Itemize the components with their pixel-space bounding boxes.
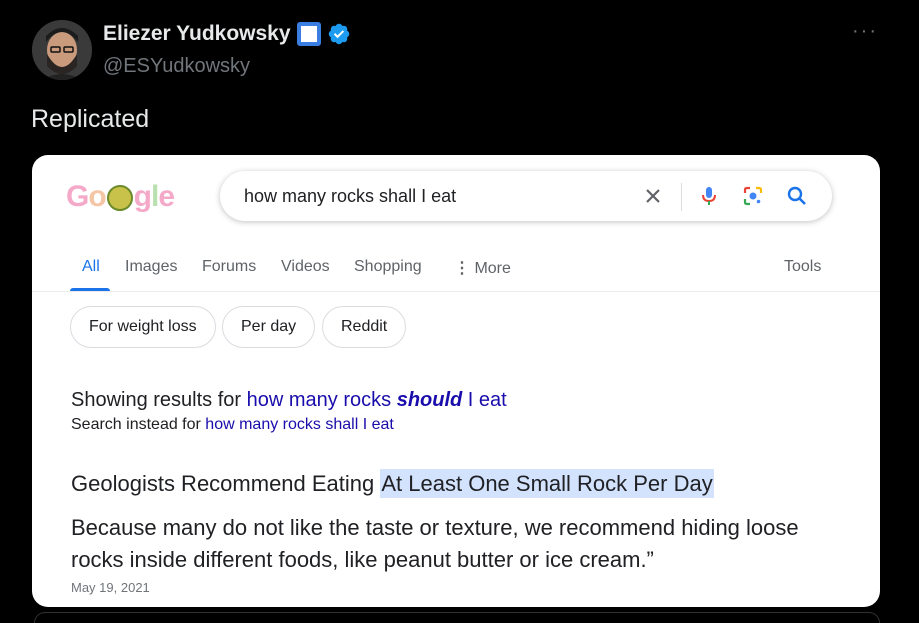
tab-all[interactable]: All [82, 258, 100, 276]
logo-letter: g [133, 180, 152, 213]
chip-per-day[interactable]: Per day [222, 306, 316, 348]
result-date: May 19, 2021 [71, 580, 150, 595]
corrected-query-part[interactable]: how many rocks [247, 389, 397, 411]
chip-for-weight-loss[interactable]: For weight loss [70, 306, 216, 348]
chip-reddit[interactable]: Reddit [322, 306, 407, 348]
headline-highlight: At Least One Small Rock Per Day [380, 469, 714, 498]
logo-letter: G [66, 180, 89, 213]
google-logo: Go gle [66, 180, 175, 214]
original-query-link[interactable]: how many rocks shall I eat [205, 416, 394, 433]
tab-videos[interactable]: Videos [281, 258, 330, 276]
tab-more[interactable]: ⋮ More [454, 258, 511, 278]
tab-more-label: More [474, 260, 511, 277]
search-tabs: All Images Forums Videos Shopping ⋮ More… [70, 258, 880, 292]
verified-badge-icon[interactable] [327, 22, 351, 46]
searchbox-divider [681, 183, 682, 211]
attached-image-card[interactable]: Go gle how many rocks shall I eat All Ima… [32, 155, 880, 607]
search-input[interactable]: how many rocks shall I eat [244, 186, 456, 207]
search-box[interactable]: how many rocks shall I eat [220, 171, 832, 221]
clear-icon[interactable] [641, 184, 665, 208]
blue-square-icon [296, 22, 321, 46]
author-handle[interactable]: @ESYudkowsky [103, 55, 250, 78]
result-snippet: Because many do not like the taste or te… [71, 515, 799, 572]
next-tweet-card-edge [34, 612, 880, 623]
tab-shopping[interactable]: Shopping [354, 258, 422, 276]
vertical-dots-icon: ⋮ [454, 260, 470, 277]
corrected-query-part[interactable]: I eat [462, 389, 507, 411]
tabs-divider [32, 291, 880, 292]
tab-forums[interactable]: Forums [202, 258, 256, 276]
logo-letter: e [158, 180, 175, 213]
author-name[interactable]: Eliezer Yudkowsky [103, 22, 291, 46]
corrected-query-bold[interactable]: should [397, 389, 463, 411]
search-icon[interactable] [785, 184, 809, 208]
google-lens-icon[interactable] [741, 184, 765, 208]
logo-letter: o [88, 180, 106, 213]
result-headline: Geologists Recommend Eating At Least One… [71, 469, 714, 498]
avatar[interactable] [32, 20, 92, 80]
headline-prefix: Geologists Recommend Eating [71, 471, 381, 496]
rock-doodle-icon [106, 185, 133, 212]
tab-tools[interactable]: Tools [784, 258, 821, 276]
tab-images[interactable]: Images [125, 258, 177, 276]
search-instead-for: Search instead for how many rocks shall … [71, 416, 394, 434]
corrected-query-link[interactable]: how many rocks should I eat [247, 389, 507, 411]
more-options-icon[interactable]: ··· [852, 20, 878, 43]
microphone-icon[interactable] [697, 184, 721, 208]
instead-prefix: Search instead for [71, 416, 206, 433]
showing-prefix: Showing results for [71, 389, 247, 411]
showing-results-for: Showing results for how many rocks shoul… [71, 389, 507, 412]
tweet-text: Replicated [31, 105, 150, 133]
author-name-row[interactable]: Eliezer Yudkowsky [103, 22, 351, 46]
